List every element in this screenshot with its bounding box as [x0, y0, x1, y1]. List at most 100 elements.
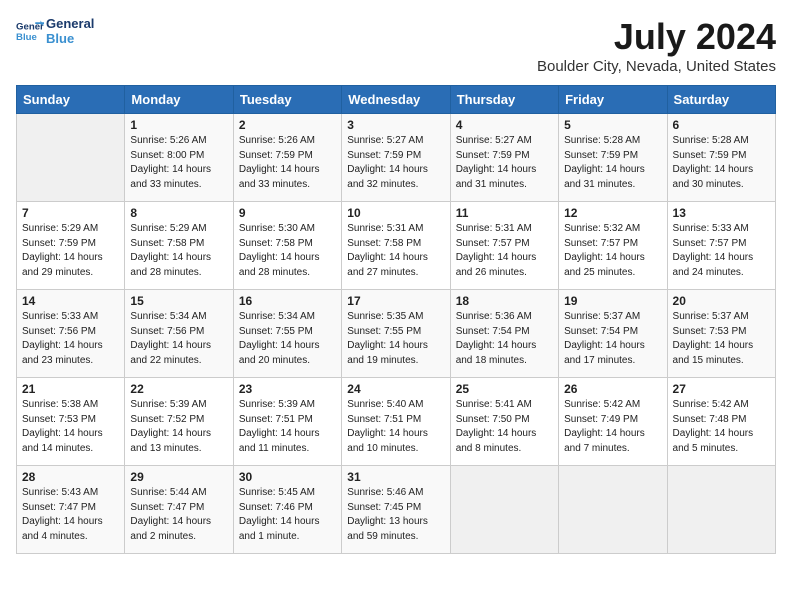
calendar-cell: 3 Sunrise: 5:27 AM Sunset: 7:59 PM Daylig… — [342, 114, 450, 202]
day-number: 13 — [673, 206, 770, 220]
day-number: 11 — [456, 206, 553, 220]
title-block: July 2024 Boulder City, Nevada, United S… — [537, 16, 776, 75]
calendar-cell: 15 Sunrise: 5:34 AM Sunset: 7:56 PM Dayli… — [125, 290, 233, 378]
day-info: Sunrise: 5:28 AM Sunset: 7:59 PM Dayligh… — [673, 134, 770, 192]
day-info: Sunrise: 5:37 AM Sunset: 7:54 PM Dayligh… — [564, 310, 661, 368]
day-info: Sunrise: 5:33 AM Sunset: 7:57 PM Dayligh… — [673, 222, 770, 280]
day-number: 30 — [239, 470, 336, 484]
day-number: 3 — [347, 118, 444, 132]
day-info: Sunrise: 5:31 AM Sunset: 7:57 PM Dayligh… — [456, 222, 553, 280]
day-number: 17 — [347, 294, 444, 308]
calendar-header: SundayMondayTuesdayWednesdayThursdayFrid… — [17, 86, 776, 114]
day-number: 4 — [456, 118, 553, 132]
day-number: 9 — [239, 206, 336, 220]
day-number: 26 — [564, 382, 661, 396]
day-info: Sunrise: 5:39 AM Sunset: 7:51 PM Dayligh… — [239, 398, 336, 456]
day-info: Sunrise: 5:42 AM Sunset: 7:48 PM Dayligh… — [673, 398, 770, 456]
day-info: Sunrise: 5:29 AM Sunset: 7:59 PM Dayligh… — [22, 222, 119, 280]
day-number: 23 — [239, 382, 336, 396]
calendar-cell: 31Sunrise: 5:46 AM Sunset: 7:45 PM Dayli… — [342, 466, 450, 554]
calendar-cell: 14 Sunrise: 5:33 AM Sunset: 7:56 PM Dayli… — [17, 290, 125, 378]
calendar-cell: 20Sunrise: 5:37 AM Sunset: 7:53 PM Dayli… — [667, 290, 775, 378]
day-number: 27 — [673, 382, 770, 396]
calendar-cell: 18Sunrise: 5:36 AM Sunset: 7:54 PM Dayli… — [450, 290, 558, 378]
day-info: Sunrise: 5:36 AM Sunset: 7:54 PM Dayligh… — [456, 310, 553, 368]
day-number: 7 — [22, 206, 119, 220]
day-info: Sunrise: 5:30 AM Sunset: 7:58 PM Dayligh… — [239, 222, 336, 280]
day-number: 15 — [130, 294, 227, 308]
logo-text-blue: Blue — [46, 31, 94, 46]
day-number: 21 — [22, 382, 119, 396]
day-number: 12 — [564, 206, 661, 220]
day-number: 22 — [130, 382, 227, 396]
calendar-cell: 10 Sunrise: 5:31 AM Sunset: 7:58 PM Dayli… — [342, 202, 450, 290]
header-cell-monday: Monday — [125, 86, 233, 114]
day-number: 5 — [564, 118, 661, 132]
calendar-cell: 6Sunrise: 5:28 AM Sunset: 7:59 PM Daylig… — [667, 114, 775, 202]
calendar-cell: 9 Sunrise: 5:30 AM Sunset: 7:58 PM Daylig… — [233, 202, 341, 290]
day-info: Sunrise: 5:26 AM Sunset: 8:00 PM Dayligh… — [130, 134, 227, 192]
calendar-cell: 25 Sunrise: 5:41 AM Sunset: 7:50 PM Dayli… — [450, 378, 558, 466]
calendar-week-1: 1 Sunrise: 5:26 AM Sunset: 8:00 PM Daylig… — [17, 114, 776, 202]
day-info: Sunrise: 5:32 AM Sunset: 7:57 PM Dayligh… — [564, 222, 661, 280]
header-row: SundayMondayTuesdayWednesdayThursdayFrid… — [17, 86, 776, 114]
day-info: Sunrise: 5:26 AM Sunset: 7:59 PM Dayligh… — [239, 134, 336, 192]
day-number: 20 — [673, 294, 770, 308]
calendar-cell: 5 Sunrise: 5:28 AM Sunset: 7:59 PM Daylig… — [559, 114, 667, 202]
day-info: Sunrise: 5:38 AM Sunset: 7:53 PM Dayligh… — [22, 398, 119, 456]
day-number: 25 — [456, 382, 553, 396]
day-info: Sunrise: 5:34 AM Sunset: 7:55 PM Dayligh… — [239, 310, 336, 368]
calendar-cell: 28 Sunrise: 5:43 AM Sunset: 7:47 PM Dayli… — [17, 466, 125, 554]
calendar-cell: 17Sunrise: 5:35 AM Sunset: 7:55 PM Dayli… — [342, 290, 450, 378]
calendar-cell: 24 Sunrise: 5:40 AM Sunset: 7:51 PM Dayli… — [342, 378, 450, 466]
logo-icon: General Blue — [16, 17, 44, 45]
day-number: 24 — [347, 382, 444, 396]
calendar-cell: 1 Sunrise: 5:26 AM Sunset: 8:00 PM Daylig… — [125, 114, 233, 202]
header-cell-wednesday: Wednesday — [342, 86, 450, 114]
day-number: 8 — [130, 206, 227, 220]
day-number: 10 — [347, 206, 444, 220]
logo-text-general: General — [46, 16, 94, 31]
calendar-cell: 26Sunrise: 5:42 AM Sunset: 7:49 PM Dayli… — [559, 378, 667, 466]
calendar-cell: 7 Sunrise: 5:29 AM Sunset: 7:59 PM Daylig… — [17, 202, 125, 290]
day-number: 29 — [130, 470, 227, 484]
calendar-cell: 8Sunrise: 5:29 AM Sunset: 7:58 PM Daylig… — [125, 202, 233, 290]
day-number: 19 — [564, 294, 661, 308]
day-number: 28 — [22, 470, 119, 484]
header-cell-tuesday: Tuesday — [233, 86, 341, 114]
header-cell-sunday: Sunday — [17, 86, 125, 114]
day-number: 16 — [239, 294, 336, 308]
header-cell-friday: Friday — [559, 86, 667, 114]
calendar-cell: 16 Sunrise: 5:34 AM Sunset: 7:55 PM Dayli… — [233, 290, 341, 378]
svg-text:Blue: Blue — [16, 32, 37, 43]
calendar-cell: 29 Sunrise: 5:44 AM Sunset: 7:47 PM Dayli… — [125, 466, 233, 554]
header-cell-saturday: Saturday — [667, 86, 775, 114]
logo: General Blue General Blue — [16, 16, 94, 46]
header-cell-thursday: Thursday — [450, 86, 558, 114]
calendar-week-3: 14 Sunrise: 5:33 AM Sunset: 7:56 PM Dayli… — [17, 290, 776, 378]
day-info: Sunrise: 5:44 AM Sunset: 7:47 PM Dayligh… — [130, 486, 227, 544]
day-info: Sunrise: 5:27 AM Sunset: 7:59 PM Dayligh… — [456, 134, 553, 192]
calendar-cell: 19 Sunrise: 5:37 AM Sunset: 7:54 PM Dayli… — [559, 290, 667, 378]
day-info: Sunrise: 5:31 AM Sunset: 7:58 PM Dayligh… — [347, 222, 444, 280]
day-info: Sunrise: 5:34 AM Sunset: 7:56 PM Dayligh… — [130, 310, 227, 368]
day-info: Sunrise: 5:43 AM Sunset: 7:47 PM Dayligh… — [22, 486, 119, 544]
day-number: 1 — [130, 118, 227, 132]
day-info: Sunrise: 5:46 AM Sunset: 7:45 PM Dayligh… — [347, 486, 444, 544]
calendar-cell: 30 Sunrise: 5:45 AM Sunset: 7:46 PM Dayli… — [233, 466, 341, 554]
calendar-cell: 4 Sunrise: 5:27 AM Sunset: 7:59 PM Daylig… — [450, 114, 558, 202]
day-info: Sunrise: 5:41 AM Sunset: 7:50 PM Dayligh… — [456, 398, 553, 456]
day-info: Sunrise: 5:40 AM Sunset: 7:51 PM Dayligh… — [347, 398, 444, 456]
day-number: 14 — [22, 294, 119, 308]
calendar-cell — [450, 466, 558, 554]
day-info: Sunrise: 5:28 AM Sunset: 7:59 PM Dayligh… — [564, 134, 661, 192]
calendar-cell — [17, 114, 125, 202]
day-info: Sunrise: 5:45 AM Sunset: 7:46 PM Dayligh… — [239, 486, 336, 544]
location-title: Boulder City, Nevada, United States — [537, 58, 776, 75]
calendar-cell: 22Sunrise: 5:39 AM Sunset: 7:52 PM Dayli… — [125, 378, 233, 466]
page-header: General Blue General Blue July 2024 Boul… — [16, 16, 776, 75]
calendar-week-4: 21 Sunrise: 5:38 AM Sunset: 7:53 PM Dayli… — [17, 378, 776, 466]
calendar-cell: 27 Sunrise: 5:42 AM Sunset: 7:48 PM Dayli… — [667, 378, 775, 466]
day-info: Sunrise: 5:27 AM Sunset: 7:59 PM Dayligh… — [347, 134, 444, 192]
day-info: Sunrise: 5:33 AM Sunset: 7:56 PM Dayligh… — [22, 310, 119, 368]
